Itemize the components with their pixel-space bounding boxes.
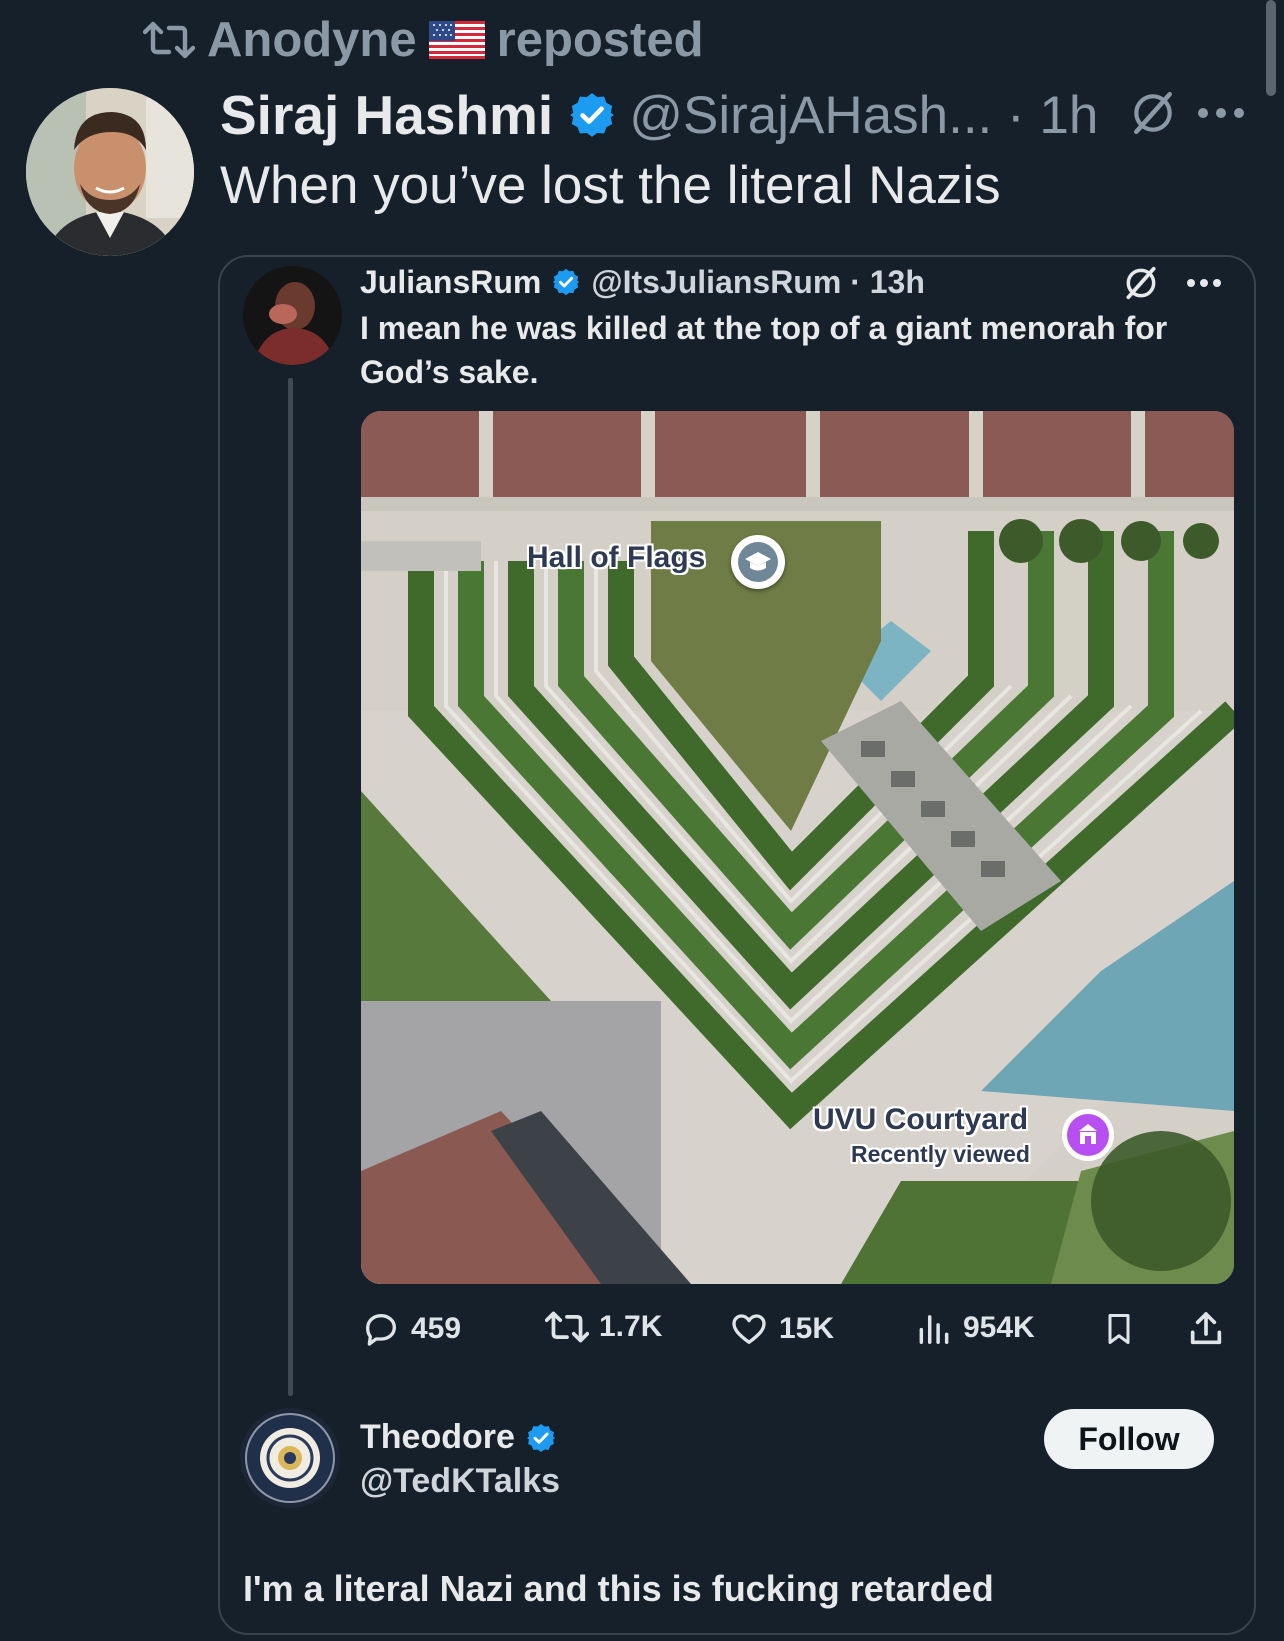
action-bar: 459 1.7K 15K 954K — [361, 1303, 1231, 1353]
heart-icon — [732, 1314, 766, 1344]
main-tweet-header: Siraj Hashmi @SirajAHash... · 1h — [220, 82, 1098, 148]
more-icon[interactable] — [1196, 106, 1246, 120]
museum-icon[interactable] — [1062, 1109, 1114, 1161]
map-label-recently-viewed: Recently viewed — [851, 1141, 1030, 1167]
like-count: 15K — [779, 1312, 835, 1345]
scrollbar[interactable] — [1266, 0, 1276, 96]
author-handle-time[interactable]: @SirajAHash... · 1h — [629, 85, 1098, 146]
repost-header: Anodyne reposted — [143, 10, 704, 70]
more-icon[interactable] — [1186, 278, 1222, 288]
map-label-hall-of-flags: Hall of Flags — [527, 541, 706, 574]
repost-button[interactable]: 1.7K — [545, 1309, 662, 1345]
verified-badge-icon — [526, 1423, 555, 1452]
us-flag-icon — [428, 21, 485, 59]
view-count: 954K — [963, 1311, 1035, 1344]
reposter-name[interactable]: Anodyne — [207, 12, 417, 68]
quoted-tweet-icons — [1122, 264, 1222, 302]
bookmark-button[interactable] — [1101, 1309, 1137, 1349]
thread-line — [288, 378, 293, 1396]
reply-text: I'm a literal Nazi and this is fucking r… — [243, 1568, 994, 1609]
reply-author-name[interactable]: Theodore — [360, 1418, 515, 1457]
author-name[interactable]: Siraj Hashmi — [220, 83, 553, 147]
follow-button[interactable]: Follow — [1044, 1409, 1214, 1469]
avatar-theodore[interactable] — [240, 1408, 340, 1508]
views-button[interactable]: 954K — [915, 1309, 1035, 1347]
avatar-juliansrum[interactable] — [243, 266, 342, 365]
quoted-author-name[interactable]: JuliansRum — [360, 264, 541, 301]
quoted-author-handle-time[interactable]: @ItsJuliansRum · 13h — [591, 264, 925, 301]
reply-icon — [366, 1314, 396, 1346]
page: Anodyne reposted Siraj Hashmi @SirajAHas… — [0, 0, 1284, 1641]
reply-author-row: Theodore — [360, 1418, 557, 1457]
reply-author-handle[interactable]: @TedKTalks — [360, 1462, 560, 1501]
avatar-siraj[interactable] — [26, 88, 194, 256]
main-tweet-text: When you’ve lost the literal Nazis — [220, 156, 1001, 215]
repost-suffix: reposted — [496, 13, 704, 67]
bookmark-icon — [1108, 1314, 1130, 1344]
map-image[interactable]: Hall of Flags UVU Courtyard Recently vie… — [361, 411, 1234, 1284]
repost-icon — [143, 21, 195, 59]
quoted-tweet-header: JuliansRum @ItsJuliansRum · 13h — [360, 262, 925, 302]
reply-button[interactable]: 459 — [361, 1309, 461, 1349]
grok-icon[interactable] — [1128, 88, 1178, 138]
repost-icon — [545, 1311, 589, 1343]
verified-badge-icon — [570, 93, 615, 137]
grok-icon[interactable] — [1122, 264, 1160, 302]
reply-count: 459 — [411, 1312, 462, 1345]
repost-count: 1.7K — [599, 1310, 663, 1343]
verified-badge-icon — [553, 268, 580, 296]
quoted-tweet-text: I mean he was killed at the top of a gia… — [360, 310, 1168, 390]
share-button[interactable] — [1186, 1309, 1226, 1349]
map-label-uvu-courtyard: UVU Courtyard — [813, 1103, 1029, 1136]
share-icon — [1190, 1312, 1222, 1345]
like-button[interactable]: 15K — [729, 1309, 834, 1349]
views-icon — [919, 1315, 949, 1344]
graduation-cap-icon[interactable] — [731, 535, 785, 589]
